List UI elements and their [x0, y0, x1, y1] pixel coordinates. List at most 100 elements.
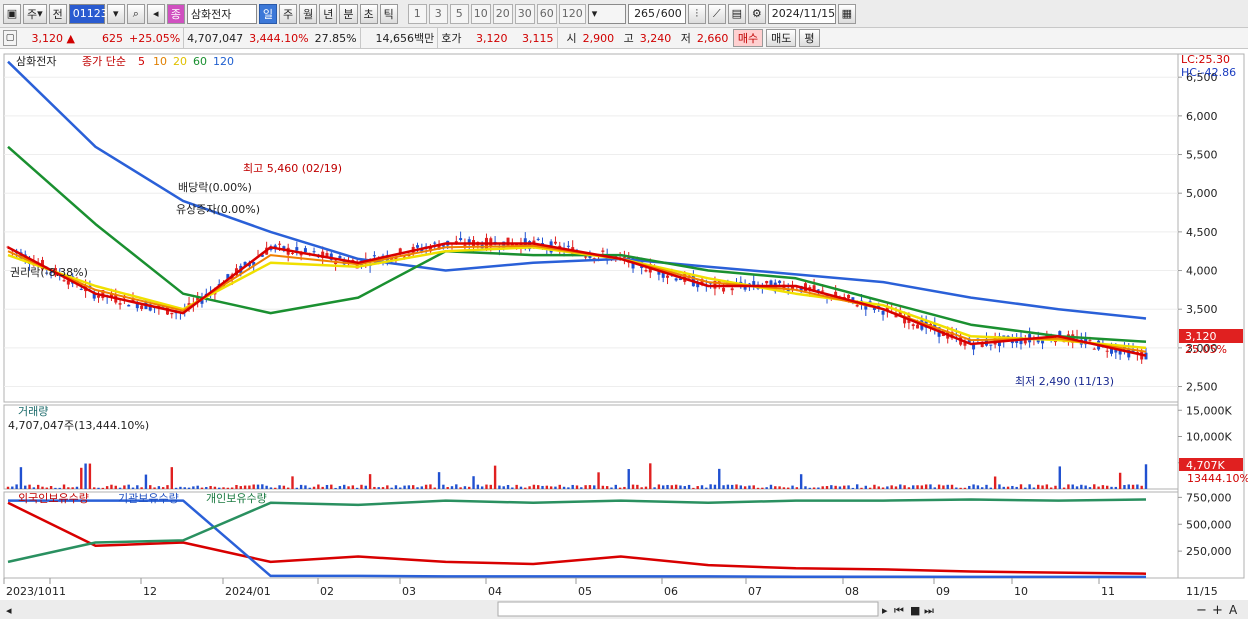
stock-name-field[interactable]: 삼화전자: [186, 3, 257, 24]
forward-icon[interactable]: ⏭: [924, 604, 934, 617]
period-tick[interactable]: 틱: [379, 3, 398, 24]
volume-bar: [330, 484, 333, 489]
interval-3[interactable]: 3: [428, 3, 448, 24]
interval-20[interactable]: 20: [492, 3, 513, 24]
scroll-bar[interactable]: ◂ ▸ ⏮ ■ ⏭ − + A: [0, 600, 1248, 619]
rewind-icon[interactable]: ⏮: [894, 604, 904, 617]
volume-bar: [1002, 486, 1005, 489]
dropdown-icon[interactable]: ▾: [106, 3, 125, 24]
volume-bar: [679, 485, 682, 489]
volume-bar: [1080, 484, 1083, 489]
candle-icon[interactable]: ⫶: [687, 3, 706, 24]
count-input[interactable]: 265/600: [627, 3, 686, 24]
volume-bar: [157, 486, 161, 489]
candle-body: [278, 243, 282, 245]
volume-bar: [774, 486, 777, 489]
volume-bar: [153, 487, 156, 489]
volume-bar: [97, 487, 100, 489]
period-day[interactable]: 일: [258, 3, 278, 24]
scroll-right-icon[interactable]: ▸: [882, 604, 888, 617]
chart-area[interactable]: 2,5003,0003,5004,0004,5005,0005,5006,000…: [0, 49, 1248, 621]
volume-bar: [28, 484, 31, 489]
period-minute[interactable]: 분: [339, 3, 358, 24]
period-week[interactable]: 주: [279, 3, 298, 24]
code-input[interactable]: 011230: [68, 3, 115, 24]
stop-icon[interactable]: ■: [910, 604, 920, 617]
volume-bar: [722, 485, 725, 489]
volume-bar: [567, 487, 570, 489]
interval-30[interactable]: 30: [514, 3, 535, 24]
quote-menu-icon[interactable]: ▢: [3, 30, 17, 46]
volume-bar: [593, 485, 596, 489]
volume-bar: [537, 485, 540, 489]
volume-bar: [450, 486, 454, 489]
type-select[interactable]: 주 ▾: [23, 3, 47, 24]
scroll-left-icon[interactable]: ◂: [6, 604, 12, 617]
volume-bar: [472, 476, 475, 489]
interval-5[interactable]: 5: [449, 3, 469, 24]
volume-bar: [325, 484, 329, 489]
calendar-icon[interactable]: ▦: [837, 3, 856, 24]
sell-button[interactable]: 매도: [766, 29, 797, 47]
interval-custom-input[interactable]: ▾: [587, 3, 626, 24]
volume-bar: [67, 487, 70, 489]
candle-body: [433, 242, 437, 244]
period-second[interactable]: 초: [359, 3, 378, 24]
volume-bar: [580, 487, 583, 489]
volume-bar: [963, 487, 967, 489]
volume-bar: [19, 467, 23, 489]
volume-bar: [985, 484, 988, 489]
volume-bar: [235, 484, 238, 489]
line-tool-icon[interactable]: ⟋: [707, 3, 726, 24]
volume-bar: [278, 485, 281, 489]
ohl-box: 시 2,900 고 3,240 저 2,660: [556, 27, 730, 49]
gear-icon[interactable]: ⚙: [747, 3, 766, 24]
volume-bar: [226, 487, 230, 489]
volume-bar: [718, 468, 721, 489]
speaker-icon[interactable]: ◂: [146, 3, 165, 24]
volume-info: 4,707,047주(13,444.10%): [8, 419, 149, 432]
interval-120[interactable]: 120: [558, 3, 586, 24]
scroll-thumb[interactable]: [497, 601, 879, 617]
volume-bar: [791, 485, 794, 489]
volume-bar: [903, 485, 906, 489]
zoom-in-icon[interactable]: +: [1212, 603, 1223, 618]
interval-10[interactable]: 10: [470, 3, 491, 24]
volume-bar: [411, 485, 415, 489]
date-input[interactable]: 2024/11/15: [767, 3, 836, 24]
volume-bar: [1097, 486, 1100, 489]
search-icon[interactable]: ⌕: [126, 3, 145, 24]
volume-bar: [101, 487, 105, 489]
interval-60[interactable]: 60: [536, 3, 557, 24]
ping-button[interactable]: 평: [799, 29, 820, 47]
volume-bar: [821, 486, 824, 489]
volume-bar: [1114, 486, 1118, 489]
capital-annotation: 유상증자(0.00%): [176, 203, 260, 216]
window-menu-icon[interactable]: ▣: [3, 3, 21, 24]
candle-body: [765, 280, 769, 284]
zoom-out-icon[interactable]: −: [1196, 603, 1207, 618]
volume-bar: [11, 486, 14, 489]
prev-button[interactable]: 전: [48, 3, 67, 24]
individual-legend: 개인보유수량: [206, 492, 267, 505]
buy-button[interactable]: 매수: [732, 29, 764, 47]
volume-bar: [912, 485, 915, 489]
candle-body: [989, 344, 993, 346]
volume-bar: [959, 487, 962, 489]
period-year[interactable]: 년: [319, 3, 338, 24]
save-icon[interactable]: ▤: [727, 3, 746, 24]
ma-legend-20: 20: [173, 55, 187, 68]
count-max: 600: [660, 7, 682, 20]
rights-annotation: 권리락(-8.38%): [10, 266, 88, 279]
interval-1[interactable]: 1: [407, 3, 427, 24]
font-size-icon[interactable]: A: [1229, 603, 1238, 617]
stock-tag: 종: [166, 3, 185, 24]
volume-bar: [149, 485, 152, 489]
volume-bar: [830, 485, 833, 489]
period-month[interactable]: 월: [299, 3, 318, 24]
candle-body: [140, 305, 144, 309]
candle-body: [303, 248, 307, 253]
price-panel: [3, 53, 1179, 403]
volume-bar: [868, 487, 872, 489]
volume-bar: [1032, 487, 1036, 489]
